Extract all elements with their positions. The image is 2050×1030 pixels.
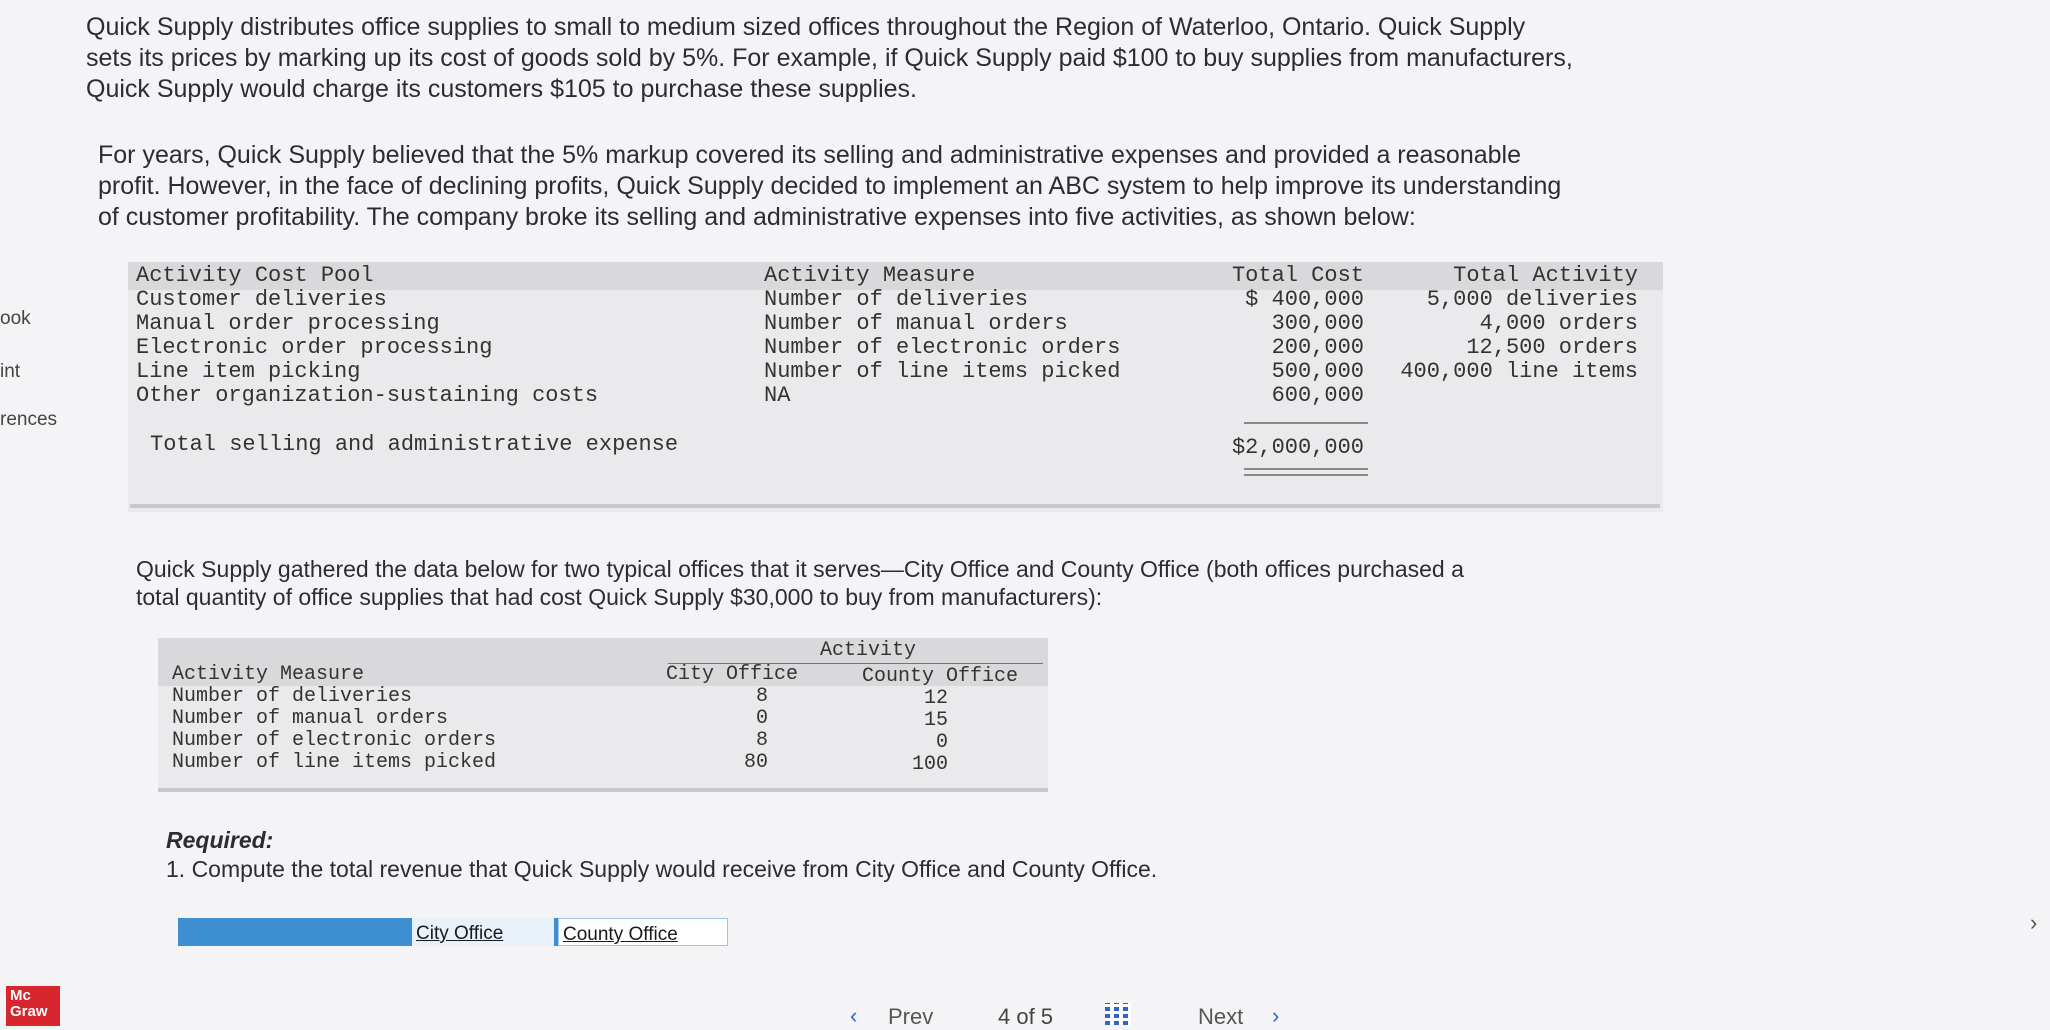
intro-paragraph: Quick Supply distributes office supplies… <box>86 13 1573 103</box>
next-button[interactable]: Next <box>1198 1004 1243 1030</box>
col-header-city: City Office <box>666 663 799 686</box>
side-chevron-icon[interactable]: › <box>2030 910 2037 936</box>
page-indicator: 4 of 5 <box>998 1004 1054 1029</box>
offices-paragraph: Quick Supply gathered the data below for… <box>136 556 1464 610</box>
col-header-cost: Total Cost <box>1231 263 1364 288</box>
table-bottom-rule <box>130 504 1660 508</box>
col-header-measure: Activity Measure <box>764 263 976 288</box>
nav-item-print[interactable]: int <box>0 361 20 383</box>
grid-icon[interactable] <box>1105 1003 1131 1025</box>
double-rule-bottom <box>1244 474 1368 476</box>
total-value: $2,000,000 <box>1231 435 1364 460</box>
group-header-activity: Activity <box>819 639 916 662</box>
abc-paragraph: For years, Quick Supply believed that th… <box>98 141 1562 231</box>
required-item-1: 1. Compute the total revenue that Quick … <box>166 856 1158 882</box>
left-nav: ook int rences Mc Graw <box>0 0 70 1026</box>
double-rule-top <box>1244 468 1368 470</box>
col-header-pool: Activity Cost Pool <box>136 263 374 288</box>
activity-cost-table: Activity Cost Pool Activity Measure Tota… <box>128 262 1663 512</box>
office-activity-table: Activity Activity Measure City Office Co… <box>158 638 1048 792</box>
required-heading: Required: <box>166 827 274 853</box>
nav-item-ebook[interactable]: ook <box>0 308 31 330</box>
col-header-activity: Total Activity <box>1453 263 1638 288</box>
chevron-left-icon[interactable]: ‹ <box>850 1003 857 1029</box>
col-header-county: County Office <box>862 665 1019 688</box>
subtotal-rule <box>1244 422 1368 424</box>
table-bottom-rule <box>158 788 1048 792</box>
total-label: Total selling and administrative expense <box>150 432 679 457</box>
tab-city-office[interactable]: City Office <box>412 918 554 946</box>
col-header-measure: Activity Measure <box>172 663 365 686</box>
nav-item-references[interactable]: rences <box>0 409 57 431</box>
chevron-right-icon[interactable]: › <box>1272 1003 1279 1029</box>
tab-county-office[interactable]: County Office <box>558 918 728 946</box>
answer-tab-bar: City Office County Office <box>178 918 728 946</box>
prev-button[interactable]: Prev <box>888 1004 933 1030</box>
required-section: Required: 1. Compute the total revenue t… <box>166 826 1157 884</box>
mcgraw-logo: Mc Graw <box>6 986 60 1026</box>
